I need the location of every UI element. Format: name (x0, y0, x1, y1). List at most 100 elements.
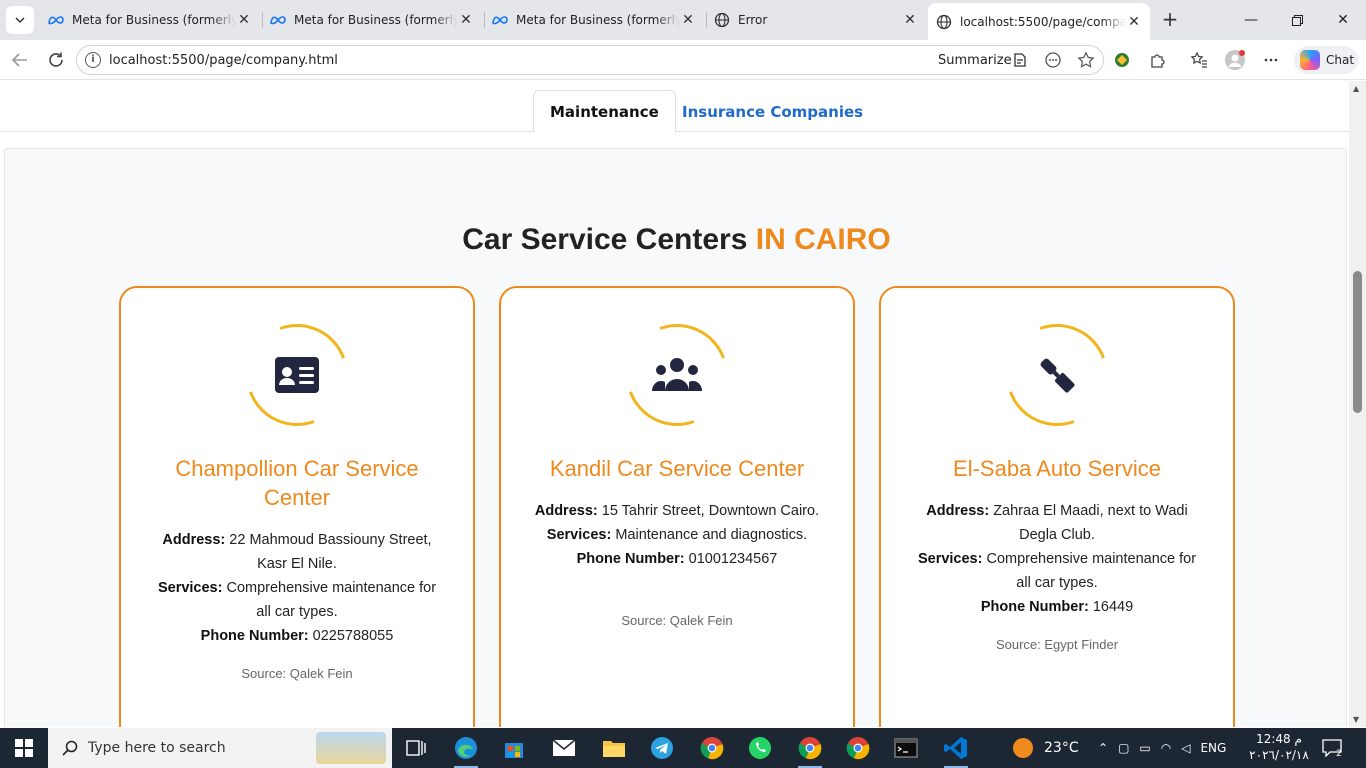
page-scrollbar[interactable]: ▲ ▼ (1349, 81, 1366, 727)
page-viewport: Maintenance Insurance Companies Car Serv… (0, 81, 1349, 727)
taskbar-edge[interactable] (446, 732, 486, 768)
browser-tab-3[interactable]: Meta for Business (formerly Facebook for… (484, 4, 704, 36)
window-close-button[interactable]: ✕ (1320, 0, 1366, 40)
address-bar[interactable]: i localhost:5500/page/company.html Summa… (76, 45, 1104, 75)
minimize-button[interactable]: — (1228, 0, 1274, 40)
sun-icon (1013, 738, 1033, 758)
extension-icon[interactable] (1110, 48, 1134, 72)
favorites-icon[interactable] (1187, 48, 1211, 72)
meet-now-icon[interactable]: ▢ (1118, 741, 1129, 755)
services-label: Services: (546, 527, 612, 543)
profile-avatar-icon[interactable] (1223, 48, 1247, 72)
service-centers-section: Car Service Centers IN CAIRO Champollion… (4, 148, 1347, 727)
tab-actions-button[interactable] (6, 6, 34, 34)
card-source: Source: Qalek Fein (621, 613, 733, 628)
copilot-icon (1300, 50, 1320, 70)
task-view-button[interactable] (396, 732, 436, 764)
card-services: Services: Comprehensive maintenance for … (151, 576, 443, 624)
taskbar-chrome-profile[interactable] (692, 732, 732, 764)
taskbar-vscode[interactable] (936, 732, 976, 768)
windows-logo-icon (15, 739, 33, 757)
taskbar-terminal[interactable] (886, 732, 926, 764)
weather-widget[interactable]: 23°C (1012, 728, 1079, 768)
taskbar-clock[interactable]: 12:48 م ٢٠٢٦/٠٢/١٨ (1248, 731, 1310, 763)
chrome-icon (700, 737, 724, 760)
chevron-up-icon[interactable]: ⌃ (1098, 741, 1108, 755)
tab-title: localhost:5500/page/company.html (960, 14, 1126, 29)
taskbar-telegram[interactable] (642, 732, 682, 764)
card-details: Address: Zahraa El Maadi, next to Wadi D… (911, 499, 1203, 619)
scrollbar-thumb[interactable] (1353, 271, 1362, 413)
globe-icon (714, 12, 730, 28)
taskbar-mail[interactable] (544, 732, 584, 764)
restore-button[interactable] (1274, 0, 1320, 40)
settings-more-icon[interactable] (1259, 48, 1283, 72)
card-details: Address: 22 Mahmoud Bassiouny Street, Ka… (151, 528, 443, 648)
card-title: Kandil Car Service Center (549, 456, 805, 481)
task-view-icon (406, 740, 426, 756)
tab-title: Meta for Business (formerly Facebook for… (72, 13, 236, 27)
phone-value: 0225788055 (312, 628, 394, 644)
close-icon[interactable]: ✕ (458, 12, 474, 28)
page-title-accent: IN CAIRO (755, 223, 891, 256)
phone-label: Phone Number: (576, 551, 685, 567)
card-address: Address: Zahraa El Maadi, next to Wadi D… (911, 499, 1203, 547)
card-details: Address: 15 Tahrir Street, Downtown Cair… (531, 499, 823, 571)
tab-maintenance[interactable]: Maintenance (533, 90, 676, 133)
address-label: Address: (534, 503, 598, 519)
close-icon[interactable]: ✕ (902, 12, 918, 28)
card-source: Source: Egypt Finder (995, 637, 1119, 652)
volume-icon[interactable]: ◁ (1181, 741, 1190, 755)
scroll-down-icon[interactable]: ▼ (1353, 715, 1359, 724)
scroll-up-icon[interactable]: ▲ (1353, 84, 1359, 93)
browser-tab-2[interactable]: Meta for Business (formerly Facebook for… (262, 4, 482, 36)
close-icon[interactable]: ✕ (1126, 14, 1142, 30)
notification-center-button[interactable]: 2 (1322, 728, 1342, 768)
new-tab-button[interactable]: + (1158, 8, 1182, 32)
search-icon (62, 740, 78, 756)
reload-icon (49, 52, 63, 67)
id-card-icon (262, 340, 332, 410)
more-actions-icon[interactable] (1041, 48, 1065, 72)
service-center-card: Kandil Car Service Center Address: 15 Ta… (499, 286, 855, 727)
arrow-left-icon (11, 53, 27, 67)
puzzle-extensions-icon[interactable] (1146, 48, 1170, 72)
start-button[interactable] (0, 728, 48, 768)
browser-tab-4[interactable]: Error ✕ (706, 4, 926, 36)
back-button[interactable] (8, 48, 32, 72)
wifi-icon[interactable]: ◠ (1161, 741, 1171, 755)
card-source: Source: Qalek Fein (241, 666, 353, 681)
service-center-card: El-Saba Auto Service Address: Zahraa El … (879, 286, 1235, 727)
browser-toolbar: i localhost:5500/page/company.html Summa… (0, 40, 1366, 80)
browser-tab-1[interactable]: Meta for Business (formerly Facebook for… (40, 4, 260, 36)
language-indicator[interactable]: ENG (1200, 741, 1226, 755)
browser-tab-5-active[interactable]: localhost:5500/page/company.html ✕ (928, 3, 1150, 40)
card-address: Address: 22 Mahmoud Bassiouny Street, Ka… (151, 528, 443, 576)
copilot-chat-button[interactable]: Chat (1294, 46, 1358, 74)
screwdriver-icon (1022, 340, 1092, 410)
tab-title: Meta for Business (formerly Facebook for… (516, 13, 680, 27)
taskbar-chrome-1[interactable] (790, 732, 830, 768)
favorite-star-icon[interactable] (1074, 48, 1098, 72)
store-icon (505, 743, 523, 758)
whatsapp-icon (749, 737, 771, 759)
tab-insurance-companies[interactable]: Insurance Companies (666, 90, 879, 133)
summarize-button[interactable]: Summarize (938, 53, 1012, 68)
address-label: Address: (926, 503, 990, 519)
info-icon[interactable]: i (85, 52, 101, 68)
taskbar-whatsapp[interactable] (740, 732, 780, 764)
chrome-icon (846, 737, 870, 760)
reload-button[interactable] (44, 48, 68, 72)
close-icon[interactable]: ✕ (680, 12, 696, 28)
service-center-card: Champollion Car Service Center Address: … (119, 286, 475, 727)
chat-label: Chat (1326, 53, 1355, 67)
phone-value: 01001234567 (688, 551, 778, 567)
taskbar-search-input[interactable]: Type here to search (48, 728, 392, 768)
windows-taskbar: Type here to search 23°C ⌃ ▢ ▭ ◠ ◁ ENG 1… (0, 728, 1366, 768)
taskbar-file-explorer[interactable] (594, 732, 634, 764)
close-icon[interactable]: ✕ (236, 12, 252, 28)
card-phone: Phone Number: 01001234567 (531, 547, 823, 571)
battery-icon[interactable]: ▭ (1139, 741, 1150, 755)
taskbar-store[interactable] (494, 732, 534, 764)
taskbar-chrome-2[interactable] (838, 732, 878, 764)
